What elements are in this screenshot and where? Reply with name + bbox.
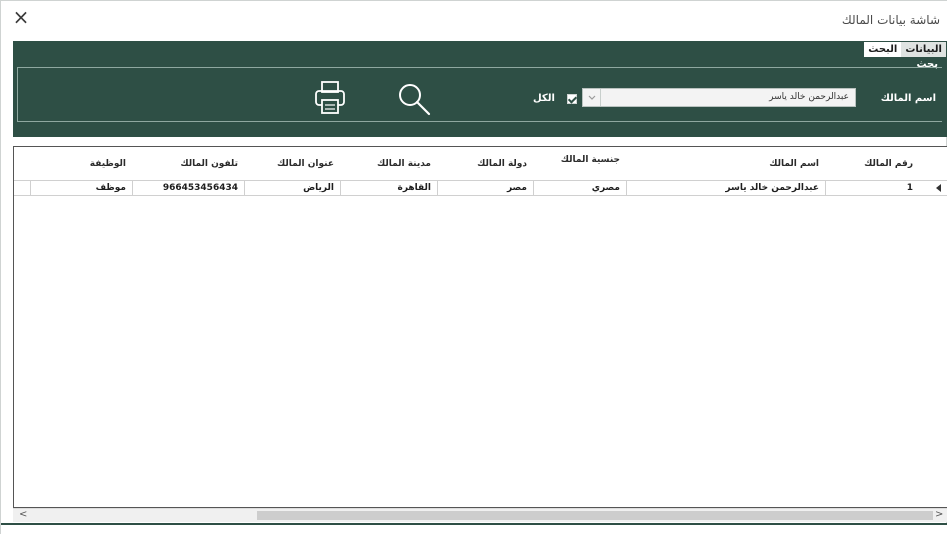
search-icon[interactable] bbox=[396, 81, 432, 117]
owner-data-window: × شاشة بيانات المالك البيانات البحث بحث … bbox=[0, 0, 947, 534]
grid-header: رقم المالك اسم المالك جنسية المالك دولة … bbox=[14, 147, 947, 180]
tab-search[interactable]: البحث bbox=[864, 42, 902, 58]
close-icon[interactable]: × bbox=[10, 7, 32, 29]
table-cell[interactable]: الرياض bbox=[244, 181, 340, 196]
column-header[interactable]: عنوان المالك bbox=[244, 147, 340, 180]
horizontal-scrollbar[interactable]: < > bbox=[13, 508, 947, 522]
tab-data[interactable]: البيانات bbox=[901, 42, 946, 58]
scroll-right-icon[interactable]: > bbox=[935, 509, 943, 520]
scroll-left-icon[interactable]: < bbox=[19, 509, 27, 520]
window-title: شاشة بيانات المالك bbox=[841, 13, 940, 27]
chevron-down-icon[interactable] bbox=[583, 89, 601, 106]
all-checkbox-label: الكل bbox=[533, 93, 555, 104]
table-cell[interactable]: مصر bbox=[437, 181, 533, 196]
table-cell[interactable]: موظف bbox=[30, 181, 132, 196]
tab-strip-background bbox=[13, 41, 947, 57]
column-header[interactable]: جنسية المالك bbox=[533, 147, 626, 180]
checkbox-icon[interactable] bbox=[567, 94, 577, 104]
table-cell[interactable]: عبدالرحمن خالد ياسر bbox=[626, 181, 825, 196]
window-bottom-border bbox=[1, 523, 947, 534]
table-cell[interactable]: 966453456434 bbox=[132, 181, 244, 196]
owner-name-value: عبدالرحمن خالد ياسر bbox=[769, 92, 849, 102]
column-header[interactable]: دولة المالك bbox=[437, 147, 533, 180]
row-pointer-icon bbox=[936, 184, 941, 192]
column-header[interactable]: تلفون المالك bbox=[132, 147, 244, 180]
table-cell[interactable]: 1 bbox=[825, 181, 919, 196]
table-cell[interactable]: القاهرة bbox=[340, 181, 437, 196]
owners-grid[interactable]: رقم المالك اسم المالك جنسية المالك دولة … bbox=[13, 146, 947, 508]
table-row[interactable]: 1 عبدالرحمن خالد ياسر مصري مصر القاهرة ا… bbox=[14, 180, 947, 196]
owner-name-label: اسم المالك bbox=[880, 93, 936, 104]
column-header[interactable]: مدينة المالك bbox=[340, 147, 437, 180]
table-cell[interactable]: مصري bbox=[533, 181, 626, 196]
owner-name-combobox[interactable]: عبدالرحمن خالد ياسر bbox=[582, 88, 856, 107]
print-icon[interactable] bbox=[313, 79, 347, 117]
title-bar: × شاشة بيانات المالك bbox=[1, 1, 947, 41]
search-group-label: بحث bbox=[916, 59, 938, 70]
scrollbar-thumb[interactable] bbox=[257, 511, 933, 520]
column-header[interactable]: رقم المالك bbox=[825, 147, 919, 180]
column-header[interactable]: الوظيفة bbox=[30, 147, 132, 180]
column-header[interactable]: اسم المالك bbox=[626, 147, 825, 180]
